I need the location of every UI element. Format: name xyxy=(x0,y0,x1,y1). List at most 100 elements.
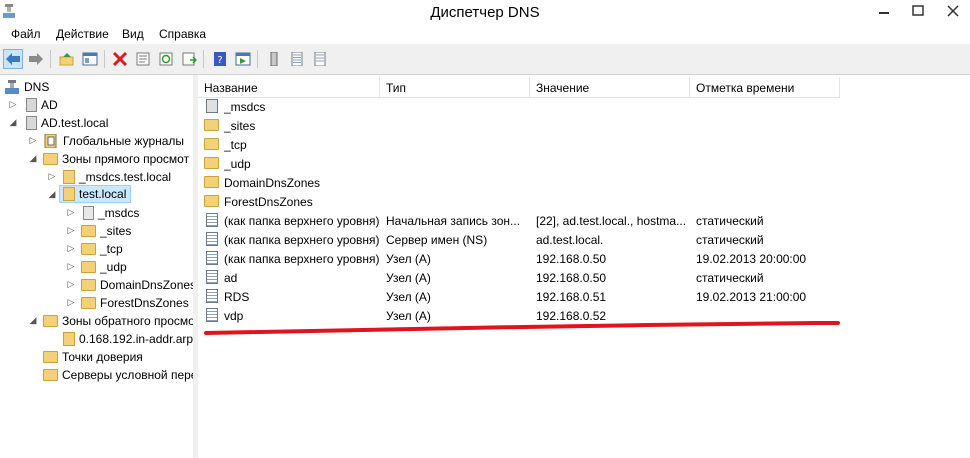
dns-icon xyxy=(5,80,19,94)
delete-icon[interactable] xyxy=(110,49,130,69)
column-header-value[interactable]: Значение xyxy=(530,77,690,98)
refresh-icon[interactable] xyxy=(156,49,176,69)
tree-node-domaindnszones[interactable]: DomainDnsZones xyxy=(81,276,193,294)
tree-node-dns[interactable]: DNS xyxy=(4,78,49,96)
cell-type: Узел (A) xyxy=(386,271,431,285)
expand-arrow-icon[interactable]: ▷ xyxy=(66,225,76,236)
cell-type: Узел (A) xyxy=(386,290,431,304)
tree-node-conditional-forwarders[interactable]: Серверы условной пере xyxy=(43,366,193,384)
table-row[interactable]: _tcp xyxy=(198,136,970,155)
record-icon xyxy=(204,213,224,230)
host-icon[interactable] xyxy=(310,49,330,69)
server-icon xyxy=(26,116,37,130)
up-folder-icon[interactable] xyxy=(57,49,77,69)
tree-node-sites[interactable]: _sites xyxy=(81,222,131,240)
collapse-arrow-icon[interactable]: ◢ xyxy=(28,153,38,164)
tree-node-forestdnszones[interactable]: ForestDnsZones xyxy=(81,294,189,312)
menu-action[interactable]: Действие xyxy=(56,27,109,41)
cell-name: ForestDnsZones xyxy=(224,195,313,209)
folder-icon xyxy=(81,279,96,291)
back-arrow-icon[interactable] xyxy=(3,49,23,69)
expand-arrow-icon[interactable]: ▷ xyxy=(8,99,18,110)
cell-value: ad.test.local. xyxy=(536,233,604,247)
collapse-arrow-icon[interactable]: ◢ xyxy=(28,315,38,326)
column-header-type[interactable]: Тип xyxy=(380,77,530,98)
cell-name: ad xyxy=(224,271,238,285)
table-row[interactable]: RDS Узел (A) 192.168.0.51 19.02.2013 21:… xyxy=(198,288,970,307)
folder-icon xyxy=(204,176,223,191)
table-row[interactable]: DomainDnsZones xyxy=(198,174,970,193)
expand-arrow-icon[interactable]: ▷ xyxy=(66,207,76,218)
svg-text:?: ? xyxy=(217,55,222,66)
cell-timestamp: статический xyxy=(696,271,764,285)
tree-node-reverse-zones[interactable]: Зоны обратного просмо xyxy=(43,312,193,330)
help-icon[interactable]: ? xyxy=(210,49,230,69)
minimize-icon[interactable] xyxy=(868,0,900,22)
table-row[interactable]: (как папка верхнего уровня) Начальная за… xyxy=(198,212,970,231)
folder-icon xyxy=(204,157,223,172)
tree-node-forward-zones[interactable]: Зоны прямого просмот xyxy=(43,150,189,168)
cell-name: (как папка верхнего уровня) xyxy=(224,214,379,228)
collapse-arrow-icon[interactable]: ◢ xyxy=(8,117,18,128)
menu-file[interactable]: Файл xyxy=(11,27,41,41)
expand-arrow-icon[interactable]: ▷ xyxy=(28,135,38,146)
record-list-icon[interactable] xyxy=(287,49,307,69)
folder-icon xyxy=(43,369,58,381)
tree-label: Серверы условной пере xyxy=(62,368,193,382)
table-row[interactable]: _sites xyxy=(198,117,970,136)
table-row[interactable]: ad Узел (A) 192.168.0.50 статический xyxy=(198,269,970,288)
cell-timestamp: 19.02.2013 21:00:00 xyxy=(696,290,807,304)
collapse-arrow-icon[interactable]: ◢ xyxy=(47,189,57,200)
zone-icon xyxy=(63,170,75,184)
column-header-name[interactable]: Название xyxy=(198,77,380,98)
export-list-icon[interactable] xyxy=(179,49,199,69)
cell-value: 192.168.0.50 xyxy=(536,271,607,285)
cell-value: [22], ad.test.local., hostma... xyxy=(536,214,687,228)
record-icon xyxy=(204,251,224,268)
show-hide-tree-icon[interactable] xyxy=(80,49,100,69)
console-pane-icon[interactable] xyxy=(233,49,253,69)
record-icon xyxy=(204,289,224,306)
tree-node-ad-test-local[interactable]: AD.test.local xyxy=(24,114,108,132)
table-row[interactable]: _msdcs xyxy=(198,98,970,117)
column-header-timestamp[interactable]: Отметка времени xyxy=(690,77,840,98)
tree-node-trust-points[interactable]: Точки доверия xyxy=(43,348,143,366)
tree-label: AD xyxy=(41,98,58,112)
folder-icon xyxy=(81,243,96,255)
tree-node-msdcs-test-local[interactable]: _msdcs.test.local xyxy=(63,168,171,186)
maximize-icon[interactable] xyxy=(902,0,934,22)
tree-node-tcp[interactable]: _tcp xyxy=(81,240,123,258)
menu-help[interactable]: Справка xyxy=(159,27,206,41)
tree-node-global-logs[interactable]: Глобальные журналы xyxy=(43,132,184,150)
cell-name: _msdcs xyxy=(224,100,266,114)
tree-node-ad[interactable]: AD xyxy=(24,96,58,114)
menu-view[interactable]: Вид xyxy=(122,27,144,41)
expand-arrow-icon[interactable]: ▷ xyxy=(66,261,76,272)
table-row[interactable]: ForestDnsZones xyxy=(198,193,970,212)
tree-node-udp[interactable]: _udp xyxy=(81,258,127,276)
window-title: Диспетчер DNS xyxy=(430,4,540,21)
tree-label: _msdcs.test.local xyxy=(79,170,172,184)
expand-arrow-icon[interactable]: ▷ xyxy=(66,297,76,308)
tree-label: Глобальные журналы xyxy=(63,134,185,148)
tree-label: _udp xyxy=(100,260,127,274)
expand-arrow-icon[interactable]: ▷ xyxy=(47,171,57,182)
expand-arrow-icon[interactable]: ▷ xyxy=(66,279,76,290)
table-row[interactable]: (как папка верхнего уровня) Узел (A) 192… xyxy=(198,250,970,269)
cell-name: _sites xyxy=(224,119,256,133)
server-icon[interactable] xyxy=(264,49,284,69)
tree-node-msdcs[interactable]: _msdcs xyxy=(81,204,139,222)
properties-icon[interactable] xyxy=(133,49,153,69)
tree-node-test-local[interactable]: test.local xyxy=(59,185,131,203)
tree-label: ForestDnsZones xyxy=(100,296,189,310)
forward-arrow-icon[interactable] xyxy=(26,49,46,69)
expand-arrow-icon[interactable]: ▷ xyxy=(66,243,76,254)
cell-name: DomainDnsZones xyxy=(224,176,321,190)
table-row[interactable]: (как папка верхнего уровня) Сервер имен … xyxy=(198,231,970,250)
cell-type: Сервер имен (NS) xyxy=(386,233,488,247)
close-icon[interactable] xyxy=(936,0,970,22)
tree-node-reverse-zone[interactable]: 0.168.192.in-addr.arpa xyxy=(63,330,193,348)
record-list: Название Тип Значение Отметка времени _m… xyxy=(198,77,970,458)
table-row[interactable]: _udp xyxy=(198,155,970,174)
record-icon xyxy=(204,232,224,249)
